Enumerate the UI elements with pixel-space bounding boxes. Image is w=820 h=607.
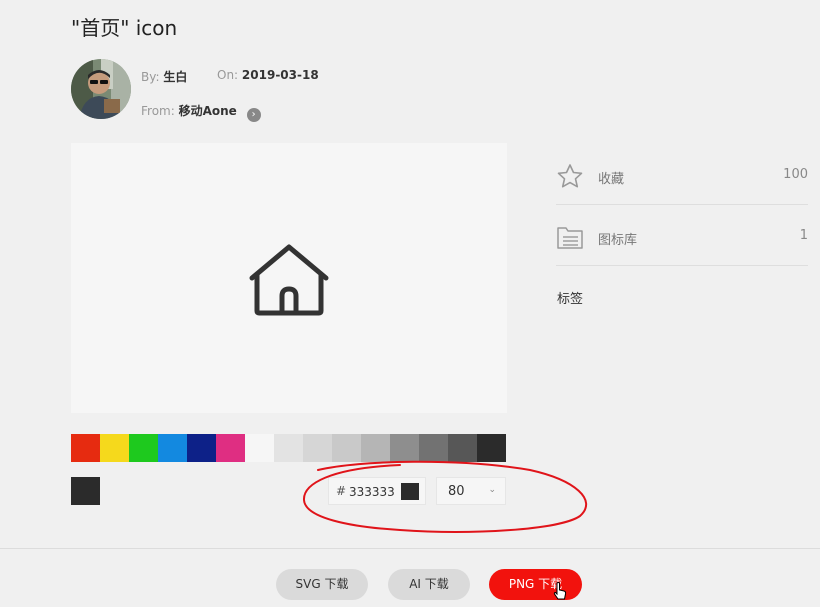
color-swatch[interactable] xyxy=(303,434,332,462)
size-value: 80 xyxy=(448,484,465,499)
divider xyxy=(556,204,808,205)
hex-value[interactable]: 333333 xyxy=(349,485,395,499)
ai-download-button[interactable]: AI 下载 xyxy=(388,569,470,600)
author-name[interactable]: 生白 xyxy=(163,70,187,84)
color-swatch[interactable] xyxy=(129,434,158,462)
png-download-button[interactable]: PNG 下载 xyxy=(489,569,582,600)
author-by: By: 生白 xyxy=(141,68,187,85)
tags-heading: 标签 xyxy=(557,292,584,307)
from-label: From: xyxy=(141,104,175,118)
avatar-image xyxy=(71,59,131,119)
by-label: By: xyxy=(141,70,160,84)
library-label: 图标库 xyxy=(598,233,638,248)
avatar[interactable] xyxy=(71,59,131,119)
library-row[interactable]: 图标库 1 xyxy=(556,217,808,257)
color-swatch[interactable] xyxy=(274,434,303,462)
color-swatch[interactable] xyxy=(390,434,419,462)
folder-list-icon[interactable] xyxy=(556,224,584,250)
color-swatch[interactable] xyxy=(477,434,506,462)
star-icon[interactable] xyxy=(556,163,584,189)
icon-preview xyxy=(71,143,507,413)
project-name[interactable]: 移动Aone xyxy=(179,104,237,118)
svg-download-button[interactable]: SVG 下载 xyxy=(276,569,368,600)
home-icon xyxy=(249,244,329,316)
color-swatch[interactable] xyxy=(448,434,477,462)
library-count: 1 xyxy=(799,228,808,243)
color-swatch[interactable] xyxy=(216,434,245,462)
color-swatch[interactable] xyxy=(100,434,129,462)
publish-date: On: 2019-03-18 xyxy=(217,68,319,82)
page-title: "首页" icon xyxy=(71,16,178,40)
color-swatch[interactable] xyxy=(187,434,216,462)
color-swatch[interactable] xyxy=(158,434,187,462)
divider xyxy=(556,265,808,266)
hash-label: # xyxy=(336,484,347,498)
color-swatch[interactable] xyxy=(419,434,448,462)
color-swatch[interactable] xyxy=(332,434,361,462)
color-palette xyxy=(71,434,506,462)
color-chip[interactable] xyxy=(401,483,419,500)
favorite-row[interactable]: 收藏 100 xyxy=(556,156,808,196)
color-swatch[interactable] xyxy=(361,434,390,462)
on-label: On: xyxy=(217,68,239,82)
chevron-right-icon[interactable]: › xyxy=(246,108,261,122)
date-value: 2019-03-18 xyxy=(241,68,319,82)
color-swatch[interactable] xyxy=(245,434,274,462)
size-select[interactable]: 80 ⌄ xyxy=(436,477,506,505)
color-swatch[interactable] xyxy=(71,434,100,462)
favorite-label: 收藏 xyxy=(598,172,625,187)
chevron-down-icon: ⌄ xyxy=(488,485,496,495)
hand-cursor-icon xyxy=(553,582,567,600)
current-color-swatch[interactable] xyxy=(71,477,100,505)
source-project: From: 移动Aone › xyxy=(141,102,261,122)
favorite-count: 100 xyxy=(783,167,808,182)
color-hex-input[interactable]: # 333333 xyxy=(328,477,426,505)
